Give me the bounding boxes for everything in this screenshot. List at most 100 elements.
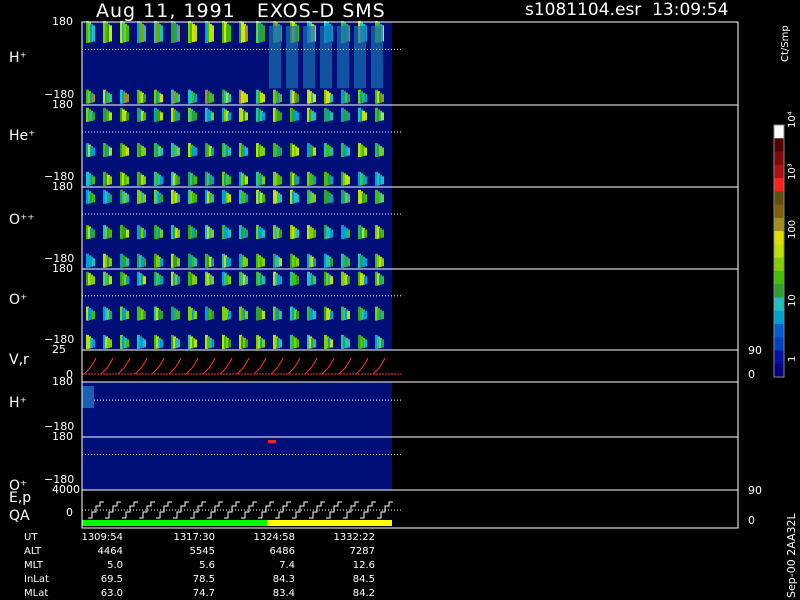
- spectrogram-pulse: [330, 258, 333, 267]
- spectrogram-pulse: [313, 258, 316, 267]
- ephemeris-value: 5.6: [199, 560, 215, 571]
- spectrogram-pulse: [109, 258, 112, 267]
- spectrogram-pulse: [109, 147, 112, 156]
- ephemeris-value: 1324:58: [253, 532, 295, 543]
- spectrogram-pulse: [143, 147, 146, 156]
- spectrogram-pulse: [347, 276, 350, 285]
- spectrogram-pulse: [194, 229, 197, 238]
- vr-sweep: [134, 357, 148, 375]
- spectrogram-pulse: [92, 147, 95, 156]
- spectrogram-pulse: [313, 176, 316, 185]
- spectrogram-pulse: [330, 112, 333, 121]
- spectrogram-pulse: [228, 276, 231, 285]
- colorbar-swatch: [774, 217, 784, 232]
- spectrogram-pulse: [228, 147, 231, 156]
- spectrogram-pulse: [92, 176, 95, 185]
- spectrogram-pulse: [92, 339, 95, 348]
- ephemeris-value: 1309:54: [81, 532, 123, 543]
- spectrogram-pulse: [126, 339, 129, 348]
- colorbar-swatch: [774, 297, 784, 312]
- spectrogram-pulse: [126, 94, 129, 103]
- panel-label-7: E,p: [9, 490, 32, 506]
- panel-5-background: [82, 382, 392, 437]
- ephemeris-row-name: MLat: [24, 588, 49, 599]
- spectrogram-pulse: [177, 94, 180, 103]
- spectrogram-pulse: [364, 112, 367, 121]
- colorbar-swatch: [774, 337, 784, 351]
- ep-staircase: [292, 501, 308, 519]
- ephemeris-value: 84.2: [352, 588, 375, 599]
- colorbar-swatch: [774, 125, 784, 139]
- spectrogram-pulse: [211, 25, 214, 42]
- vr-sweep: [202, 357, 216, 375]
- spectrogram-pulse: [126, 194, 129, 203]
- tick-right-bottom-4: 0: [748, 368, 755, 381]
- spectrogram-pulse: [126, 112, 129, 121]
- spectrogram-pulse: [364, 229, 367, 238]
- spectrogram-fill: [371, 26, 383, 89]
- colorbar-swatch: [774, 151, 784, 166]
- vr-sweep: [355, 357, 369, 375]
- spectrogram-pulse: [381, 94, 384, 103]
- spectrogram-pulse: [268, 440, 276, 443]
- spectrogram-pulse: [194, 94, 197, 103]
- spectrogram-pulse: [364, 194, 367, 203]
- spectrogram-pulse: [296, 112, 299, 121]
- ephemeris-value: 84.5: [352, 574, 375, 585]
- spectrogram-pulse: [364, 311, 367, 320]
- spectrogram-pulse: [313, 147, 316, 156]
- panel-label-3: O⁺: [9, 292, 28, 308]
- spectrogram-pulse: [296, 339, 299, 348]
- spectrogram-pulse: [262, 176, 265, 185]
- spectrogram-pulse: [143, 339, 146, 348]
- spectrogram-pulse: [160, 176, 163, 185]
- spectrogram-pulse: [330, 194, 333, 203]
- panel-label-qa: QA: [9, 508, 30, 524]
- spectrogram-pulse: [109, 176, 112, 185]
- spectrogram-pulse: [228, 258, 231, 267]
- spectrogram-pulse: [330, 276, 333, 285]
- tick-top-1: 180: [52, 98, 73, 111]
- spectrogram-pulse: [194, 258, 197, 267]
- spectrogram-pulse: [296, 258, 299, 267]
- ep-staircase: [139, 501, 155, 519]
- spectrogram-pulse: [92, 194, 95, 203]
- spectrogram-pulse: [177, 176, 180, 185]
- spectrogram-pulse: [143, 194, 146, 203]
- spectrogram-pulse: [262, 339, 265, 348]
- spectrogram-pulse: [245, 94, 248, 103]
- ep-staircase: [241, 501, 257, 519]
- spectrogram-pulse: [381, 311, 384, 320]
- spectrogram-pulse: [279, 94, 282, 103]
- spectrogram-pulse: [160, 258, 163, 267]
- spectrogram-pulse: [228, 229, 231, 238]
- spectrogram-pulse: [177, 311, 180, 320]
- spectrogram-pulse: [347, 194, 350, 203]
- vr-sweep: [151, 357, 165, 375]
- spectrogram-fill: [320, 26, 332, 89]
- spectrogram-pulse: [92, 94, 95, 103]
- spectrogram-pulse: [126, 176, 129, 185]
- spectrogram-pulse: [177, 112, 180, 121]
- colorbar-swatch: [774, 350, 784, 365]
- spectrogram-pulse: [211, 258, 214, 267]
- spectrogram-pulse: [381, 176, 384, 185]
- spectrogram-pulse: [211, 94, 214, 103]
- spectrogram-pulse: [364, 258, 367, 267]
- spectrogram-pulse: [109, 311, 112, 320]
- spectrogram-pulse: [143, 94, 146, 103]
- spectrogram-pulse: [364, 276, 367, 285]
- ephemeris-row-name: MLT: [24, 560, 43, 571]
- spectrogram-pulse: [381, 147, 384, 156]
- spectrogram-pulse: [160, 147, 163, 156]
- spectrogram-pulse: [194, 311, 197, 320]
- spectrogram-pulse: [160, 339, 163, 348]
- spectrogram-pulse: [228, 94, 231, 103]
- spectrogram-pulse: [245, 147, 248, 156]
- spectrogram-pulse: [347, 94, 350, 103]
- spectrogram-pulse: [381, 112, 384, 121]
- panel-label-0: H⁺: [9, 50, 27, 66]
- spectrogram-pulse: [279, 258, 282, 267]
- vr-sweep: [321, 357, 335, 375]
- plot-stamp: Sep-00 2AA32L: [785, 513, 798, 598]
